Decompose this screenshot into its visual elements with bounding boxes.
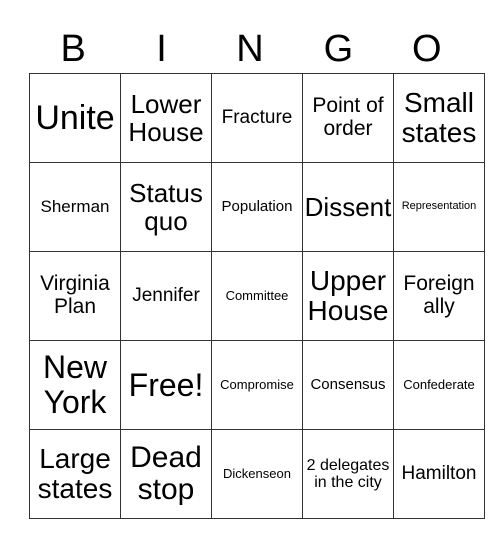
free-space-cell[interactable]: Free! bbox=[120, 340, 212, 430]
bingo-cell[interactable]: Confederate bbox=[393, 340, 485, 430]
header-letter-g: G bbox=[323, 28, 354, 70]
header-letter-n: N bbox=[236, 28, 264, 70]
bingo-cell[interactable]: Small states bbox=[393, 73, 485, 163]
bingo-grid: Unite Lower House Fracture Point of orde… bbox=[29, 73, 485, 519]
header-letter-b: B bbox=[60, 28, 86, 70]
bingo-cell[interactable]: Jennifer bbox=[120, 251, 212, 341]
grid-row: Large states Dead stop Dickenseon 2 dele… bbox=[29, 429, 485, 519]
bingo-cell[interactable]: New York bbox=[29, 340, 121, 430]
grid-row: Sherman Status quo Population Dissent Re… bbox=[29, 162, 485, 252]
bingo-cell[interactable]: Point of order bbox=[302, 73, 394, 163]
header-letter-i: I bbox=[156, 28, 167, 70]
bingo-cell[interactable]: Status quo bbox=[120, 162, 212, 252]
bingo-cell[interactable]: Foreign ally bbox=[393, 251, 485, 341]
bingo-cell[interactable]: Virginia Plan bbox=[29, 251, 121, 341]
bingo-cell[interactable]: Dead stop bbox=[120, 429, 212, 519]
bingo-cell[interactable]: Committee bbox=[211, 251, 303, 341]
grid-row: Unite Lower House Fracture Point of orde… bbox=[29, 73, 485, 163]
bingo-cell[interactable]: Lower House bbox=[120, 73, 212, 163]
grid-row: Virginia Plan Jennifer Committee Upper H… bbox=[29, 251, 485, 341]
header-letter-o: O bbox=[411, 28, 442, 70]
bingo-cell[interactable]: Upper House bbox=[302, 251, 394, 341]
bingo-cell[interactable]: Compromise bbox=[211, 340, 303, 430]
bingo-cell[interactable]: Hamilton bbox=[393, 429, 485, 519]
bingo-cell[interactable]: Dissent bbox=[302, 162, 394, 252]
bingo-cell[interactable]: Representation bbox=[393, 162, 485, 252]
bingo-cell[interactable]: Fracture bbox=[211, 73, 303, 163]
bingo-cell[interactable]: Consensus bbox=[302, 340, 394, 430]
bingo-cell[interactable]: Unite bbox=[29, 73, 121, 163]
bingo-cell[interactable]: Population bbox=[211, 162, 303, 252]
bingo-cell[interactable]: Large states bbox=[29, 429, 121, 519]
bingo-cell[interactable]: Sherman bbox=[29, 162, 121, 252]
grid-row: New York Free! Compromise Consensus Conf… bbox=[29, 340, 485, 430]
bingo-cell[interactable]: Dickenseon bbox=[211, 429, 303, 519]
bingo-cell[interactable]: 2 delegates in the city bbox=[302, 429, 394, 519]
bingo-header: B I N G O bbox=[29, 26, 471, 72]
